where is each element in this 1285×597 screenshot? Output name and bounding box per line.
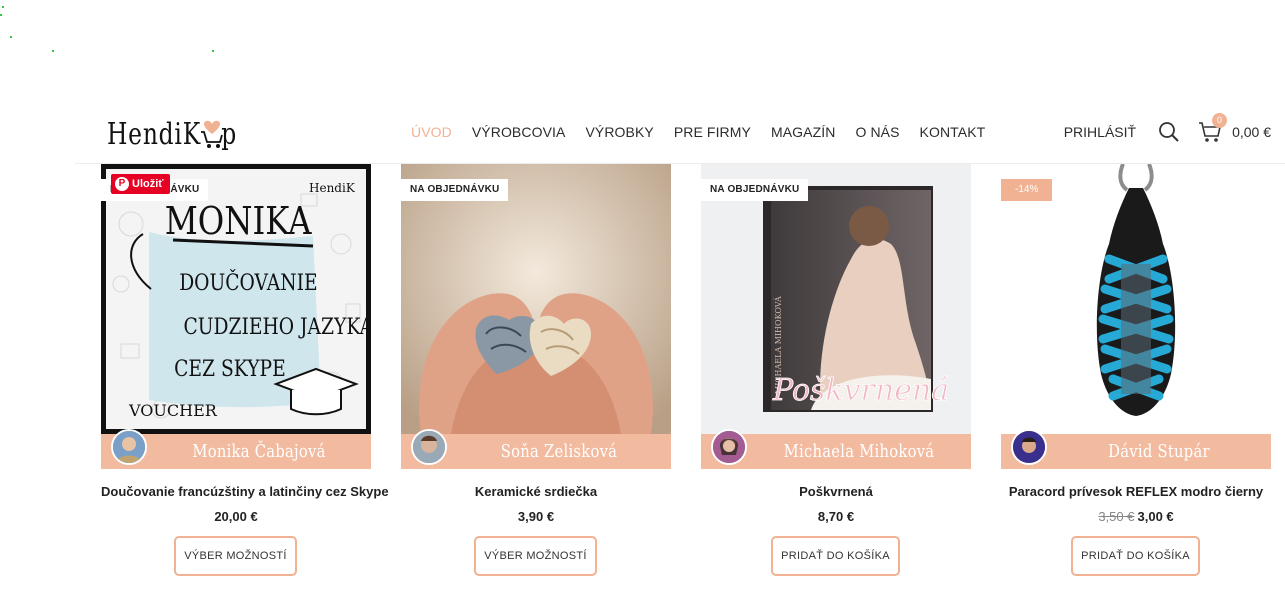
on-order-badge: NA OBJEDNÁVKU — [701, 179, 809, 201]
book-title-text: Poškvrnená — [772, 373, 949, 408]
voucher-line-1: DOUČOVANIE — [179, 268, 317, 295]
nav-item-vyrobky[interactable]: VÝROBKY — [585, 124, 653, 140]
cart-total: 0,00 € — [1232, 124, 1271, 140]
decorative-specks — [0, 0, 260, 60]
old-price: 3,50 € — [1098, 509, 1135, 524]
product-title[interactable]: Keramické srdiečka — [401, 484, 671, 499]
product-price: 3,90 € — [517, 509, 555, 524]
avatar — [411, 429, 447, 465]
select-options-button[interactable]: VÝBER MOŽNOSTÍ — [474, 536, 597, 576]
cart-button[interactable]: 0 0,00 € — [1198, 113, 1271, 143]
voucher-line-2: CUDZIEHO JAZYKA — [183, 314, 371, 340]
select-options-button[interactable]: VÝBER MOŽNOSTÍ — [174, 536, 297, 576]
add-to-cart-button[interactable]: PRIDAŤ DO KOŠÍKA — [771, 536, 900, 576]
product-price: 20,00 € — [214, 509, 258, 524]
product-price: 8,70 € — [817, 509, 855, 524]
nav-item-uvod[interactable]: ÚVOD — [411, 124, 452, 140]
nav-item-pre-firmy[interactable]: PRE FIRMY — [674, 124, 751, 140]
voucher-name: MONIKA — [165, 200, 312, 244]
vendor-name: Dávid Stupár — [1108, 441, 1210, 462]
nav-item-o-nas[interactable]: O NÁS — [855, 124, 899, 140]
product-price: 3,50 €3,00 € — [1001, 509, 1271, 524]
avatar — [111, 429, 147, 465]
product-image[interactable]: MONIKA DOUČOVANIE CUDZIEHO JAZYKA CEZ SK… — [101, 164, 371, 434]
product-title[interactable]: Poškvrnená — [701, 484, 971, 499]
paracord-keychain-photo — [1001, 164, 1271, 434]
vendor-name: Soňa Zelisková — [500, 441, 618, 462]
pinterest-icon: P — [115, 177, 129, 191]
product-card: MONIKA DOUČOVANIE CUDZIEHO JAZYKA CEZ SK… — [101, 164, 389, 584]
product-image[interactable]: MICHAELA MIHOKOVÁ Poškvrnená NA OBJEDNÁV… — [701, 164, 971, 434]
product-card: -14% Dávid Stupár Paracord prívesok REFL… — [1001, 164, 1271, 584]
voucher-corner-logo: HendiK — [309, 181, 356, 195]
vendor-name: Monika Čabajová — [192, 441, 326, 462]
add-to-cart-button[interactable]: PRIDAŤ DO KOŠÍKA — [1071, 536, 1200, 576]
vendor-bar[interactable]: Monika Čabajová — [101, 429, 371, 469]
site-header: HendiK p ÚVOD VÝROBCOVIA VÝROBKY PRE FIRM… — [75, 100, 1285, 164]
voucher-label: VOUCHER — [128, 401, 218, 420]
product-image[interactable]: -14% — [1001, 164, 1271, 434]
nav-item-vyrobcovia[interactable]: VÝROBCOVIA — [472, 124, 566, 140]
nav-item-magazin[interactable]: MAGAZÍN — [771, 124, 835, 140]
product-title[interactable]: Paracord prívesok REFLEX modro čierny — [1001, 484, 1271, 499]
vendor-bar[interactable]: Dávid Stupár — [1001, 429, 1271, 469]
discount-badge: -14% — [1001, 179, 1053, 201]
avatar — [1011, 429, 1047, 465]
product-grid: MONIKA DOUČOVANIE CUDZIEHO JAZYKA CEZ SK… — [101, 164, 1271, 584]
voucher-line-3: CEZ SKYPE — [174, 356, 286, 382]
product-title[interactable]: Doučovanie francúzštiny a latinčiny cez … — [101, 484, 389, 499]
login-link[interactable]: PRIHLÁSIŤ — [1064, 124, 1136, 140]
header-actions: PRIHLÁSIŤ 0 0,00 € — [1064, 100, 1271, 164]
pinterest-save-button[interactable]: P Uložiť — [111, 174, 170, 194]
main-nav: ÚVOD VÝROBCOVIA VÝROBKY PRE FIRMY MAGAZÍ… — [411, 100, 985, 164]
vendor-name: Michaela Mihoková — [783, 441, 935, 462]
on-order-badge: NA OBJEDNÁVKU — [401, 179, 509, 201]
ceramic-hearts-photo — [401, 164, 671, 434]
vendor-bar[interactable]: Michaela Mihoková — [701, 429, 971, 469]
vendor-bar[interactable]: Soňa Zelisková — [401, 429, 671, 469]
sale-price: 3,00 € — [1137, 509, 1174, 524]
cart-count-badge: 0 — [1212, 113, 1228, 128]
product-card: MICHAELA MIHOKOVÁ Poškvrnená NA OBJEDNÁV… — [701, 164, 971, 584]
heart-cart-icon — [201, 120, 223, 148]
site-logo[interactable]: HendiK p — [107, 110, 237, 158]
voucher-illustration: MONIKA DOUČOVANIE CUDZIEHO JAZYKA CEZ SK… — [101, 164, 371, 434]
product-image[interactable]: NA OBJEDNÁVKU — [401, 164, 671, 434]
product-card: NA OBJEDNÁVKU Soňa Zelisková Keramické s… — [401, 164, 671, 584]
search-icon[interactable] — [1158, 121, 1180, 143]
book-cover-photo: MICHAELA MIHOKOVÁ Poškvrnená — [701, 164, 971, 434]
nav-item-kontakt[interactable]: KONTAKT — [920, 124, 986, 140]
avatar — [711, 429, 747, 465]
